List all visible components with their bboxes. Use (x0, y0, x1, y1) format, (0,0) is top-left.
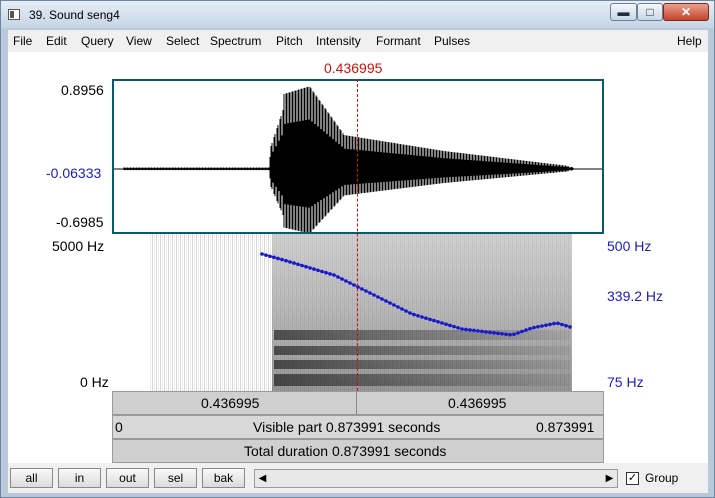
segment-left[interactable]: 0.436995 (113, 392, 357, 414)
menu-bar: File Edit Query View Select Spectrum Pit… (8, 30, 708, 52)
menu-intensity[interactable]: Intensity (316, 34, 361, 48)
pitch-top-label: 500 Hz (607, 238, 652, 254)
sound-editor-canvas[interactable]: 0.436995 0.8956 -0.06333 -0.6985 5000 Hz… (8, 52, 708, 463)
pitch-mid-label: 339.2 Hz (607, 288, 664, 304)
total-duration-label: Total duration 0.873991 seconds (244, 443, 447, 459)
pitch-bottom-label: 75 Hz (607, 374, 644, 390)
menu-formant[interactable]: Formant (376, 34, 421, 48)
praat-sound-window: 39. Sound seng4 ▬ □ ✕ File Edit Query Vi… (0, 0, 715, 498)
menu-edit[interactable]: Edit (46, 34, 67, 48)
spectrogram-bottom-freq-label: 0 Hz (80, 374, 109, 390)
maximize-button[interactable]: □ (637, 3, 663, 21)
menu-pulses[interactable]: Pulses (434, 34, 470, 48)
group-checkbox[interactable]: ✓ (626, 472, 639, 485)
visible-part-label: Visible part 0.873991 seconds (253, 419, 441, 435)
segment-left-duration: 0.436995 (201, 395, 260, 411)
editor-client-area: File Edit Query View Select Spectrum Pit… (8, 30, 708, 493)
zoom-all-button[interactable]: all (10, 468, 53, 488)
group-checkbox-label: Group (645, 471, 679, 485)
bottom-toolbar: all in out sel bak ◀ ▶ ✓ Group (8, 463, 708, 493)
close-button[interactable]: ✕ (663, 3, 709, 21)
menu-help[interactable]: Help (677, 34, 702, 48)
visible-end-time: 0.873991 (536, 419, 595, 435)
menu-file[interactable]: File (13, 34, 32, 48)
minimize-button[interactable]: ▬ (610, 3, 637, 21)
scroll-right-arrow-icon[interactable]: ▶ (602, 470, 617, 487)
menu-select[interactable]: Select (166, 34, 199, 48)
total-duration-strip[interactable]: Total duration 0.873991 seconds (112, 439, 604, 463)
zoom-back-button[interactable]: bak (202, 468, 245, 488)
title-bar[interactable]: 39. Sound seng4 ▬ □ ✕ (1, 1, 714, 28)
zoom-out-button[interactable]: out (106, 468, 149, 488)
spectrogram-panel[interactable] (112, 234, 604, 391)
cursor-time-label: 0.436995 (324, 60, 383, 76)
horizontal-scrollbar[interactable]: ◀ ▶ (254, 469, 618, 488)
waveform-cursor-value-label: -0.06333 (46, 165, 102, 181)
spectrogram-top-freq-label: 5000 Hz (52, 238, 105, 254)
visible-part-strip[interactable]: 0 Visible part 0.873991 seconds 0.873991 (112, 415, 604, 439)
menu-query[interactable]: Query (81, 34, 114, 48)
waveform-max-label: 0.8956 (61, 82, 104, 98)
waveform-plot (114, 86, 602, 232)
window-icon (8, 9, 20, 20)
waveform-panel[interactable] (112, 79, 604, 234)
menu-pitch[interactable]: Pitch (276, 34, 303, 48)
cursor-line (357, 79, 358, 391)
menu-spectrum[interactable]: Spectrum (210, 34, 261, 48)
menu-view[interactable]: View (126, 34, 152, 48)
segment-right[interactable]: 0.436995 (358, 392, 603, 414)
zoom-in-button[interactable]: in (58, 468, 101, 488)
waveform-min-label: -0.6985 (56, 214, 104, 230)
segment-right-duration: 0.436995 (448, 395, 507, 411)
scroll-left-arrow-icon[interactable]: ◀ (255, 470, 270, 487)
window-title: 39. Sound seng4 (29, 8, 120, 22)
segment-strip: 0.436995 0.436995 (112, 391, 604, 415)
zoom-selection-button[interactable]: sel (154, 468, 197, 488)
spectrogram-plot (150, 234, 572, 391)
visible-start-time: 0 (115, 419, 123, 435)
